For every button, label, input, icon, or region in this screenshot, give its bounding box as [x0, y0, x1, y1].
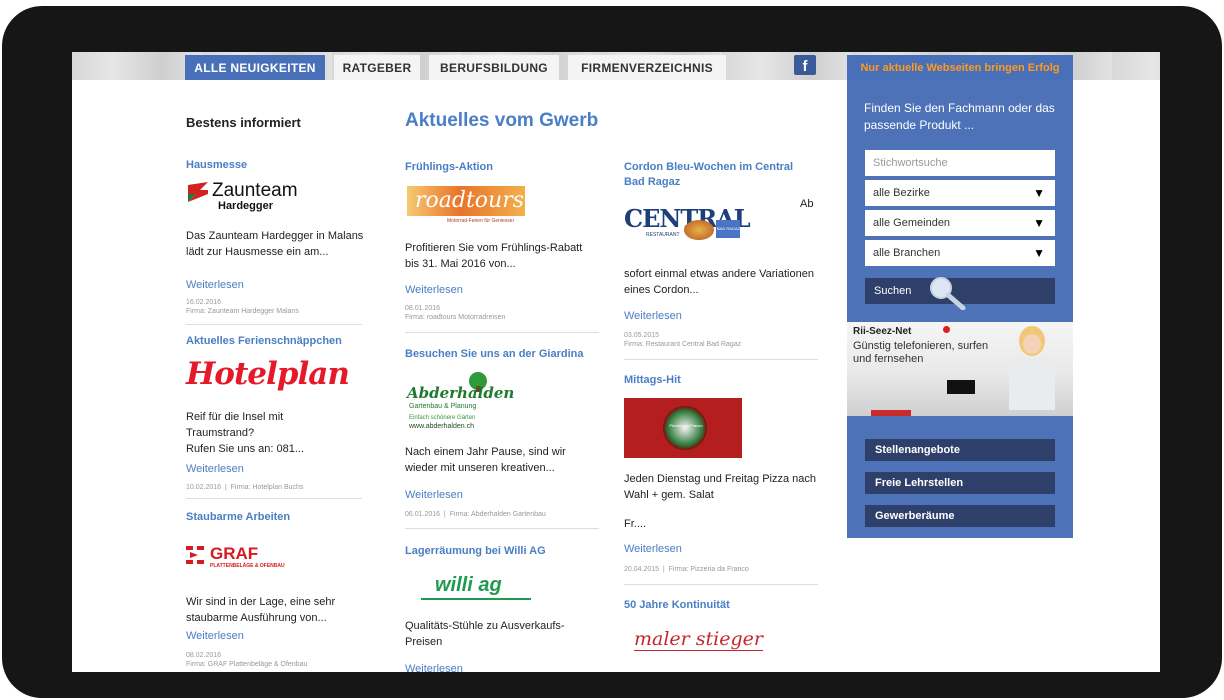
news-title[interactable]: Besuchen Sie uns an der Giardina [405, 347, 584, 362]
search-button[interactable]: Suchen [865, 277, 1055, 310]
news-date: 03.05.2015 [624, 332, 660, 339]
news-teaser: sofort einmal etwas andere Variationen e… [624, 268, 814, 296]
sidebar-intro: Finden Sie den Fachmann oder das passend… [864, 101, 1055, 132]
teaser-aside: Ab [800, 198, 814, 210]
read-more-link[interactable]: Weiterlesen [624, 543, 682, 555]
news-title[interactable]: Frühlings-Aktion [405, 160, 493, 175]
tablet-frame: ALLE NEUIGKEITEN RATGEBER BERUFSBILDUNG … [2, 6, 1222, 698]
news-teaser-2: Fr.... [624, 518, 646, 530]
news-firma: Firma: GRAF Plattenbeläge & Ofenbau [186, 661, 308, 668]
promo-banner[interactable]: Nur aktuelle Webseiten bringen Erfolg [847, 55, 1073, 80]
divider [186, 324, 362, 325]
read-more-link[interactable]: Weiterlesen [405, 663, 463, 672]
tab-alle-neuigkeiten[interactable]: ALLE NEUIGKEITEN [185, 55, 325, 80]
news-teaser: Nach einem Jahr Pause, sind wir wieder m… [405, 446, 566, 474]
news-teaser: Reif für die Insel mit Traumstrand? [186, 411, 284, 439]
rii-seez-net-ad[interactable]: Rii-Seez-Net Günstig telefonieren, surfe… [847, 322, 1073, 416]
municipality-select[interactable]: alle Gemeinden ▼ [865, 210, 1055, 236]
read-more-link[interactable]: Weiterlesen [405, 489, 463, 501]
stellenangebote-button[interactable]: Stellenangebote [865, 439, 1055, 461]
news-teaser-2: Rufen Sie uns an: 081... [186, 443, 305, 455]
section-title: Aktuelles vom Gwerb [405, 110, 599, 131]
zaunteam-logo-icon [188, 182, 208, 202]
willi-ag-logo[interactable]: willi ag [421, 574, 531, 604]
news-date: 06.01.2016 | Firma: Abderhalden Gartenba… [405, 511, 546, 518]
maler-stieger-logo[interactable]: maler stieger [634, 628, 763, 651]
news-title[interactable]: Lagerräumung bei Willi AG [405, 544, 546, 559]
news-teaser: Jeden Dienstag und Freitag Pizza nach Wa… [624, 473, 817, 501]
divider [405, 332, 599, 333]
news-teaser: Profitieren Sie vom Frühlings-Rabatt bis… [405, 242, 583, 270]
central-logo[interactable]: CENTRAL RESTAURANT BAD RAGAZ [624, 202, 751, 246]
tv-icon [947, 380, 975, 394]
news-title[interactable]: Aktuelles Ferienschnäppchen [186, 334, 342, 349]
tab-berufsbildung[interactable]: BERUFSBILDUNG [429, 55, 559, 80]
gewerberaeume-button[interactable]: Gewerberäume [865, 505, 1055, 527]
read-more-link[interactable]: Weiterlesen [186, 630, 244, 642]
chevron-down-icon: ▼ [1033, 216, 1045, 230]
read-more-link[interactable]: Weiterlesen [624, 310, 682, 322]
divider [624, 584, 818, 585]
news-date: 08.02.2016 [186, 652, 222, 659]
graf-logo[interactable]: GRAF PLATTENBELÄGE & OFENBAU [186, 544, 326, 570]
read-more-link[interactable]: Weiterlesen [405, 284, 463, 296]
divider [186, 498, 362, 499]
magnifier-icon [930, 277, 966, 310]
read-more-link[interactable]: Weiterlesen [186, 463, 244, 475]
graf-logo-icon [186, 546, 204, 564]
abderhalden-logo[interactable]: Abderhalden Gartenbau & Planung Einfach … [407, 372, 517, 434]
chevron-down-icon: ▼ [1033, 186, 1045, 200]
chevron-down-icon: ▼ [1033, 246, 1045, 260]
woman-on-phone-photo [1009, 322, 1055, 410]
news-date: 20.04.2015 | Firma: Pizzeria da Franco [624, 566, 749, 573]
section-title: Bestens informiert [186, 115, 301, 130]
divider [405, 528, 599, 529]
zaunteam-logo[interactable]: Zaunteam Hardegger [188, 180, 308, 216]
news-teaser: Wir sind in der Lage, eine sehr staubarm… [186, 596, 336, 624]
news-title[interactable]: Cordon Bleu-Wochen im Central Bad Ragaz [624, 160, 804, 190]
facebook-icon[interactable]: f [794, 55, 816, 75]
hotelplan-logo[interactable]: Hotelplan [186, 356, 350, 392]
news-date: 10.02.2016 | Firma: Hotelplan Buchs [186, 484, 304, 491]
search-sidebar: Finden Sie den Fachmann oder das passend… [847, 80, 1073, 538]
news-firma: Firma: roadtours Motorradreisen [405, 314, 506, 321]
tab-ratgeber[interactable]: RATGEBER [334, 55, 420, 80]
news-title[interactable]: Staubarme Arbeiten [186, 510, 290, 525]
news-firma: Firma: Zaunteam Hardegger Malans [186, 308, 299, 315]
branch-select[interactable]: alle Branchen ▼ [865, 240, 1055, 266]
district-select[interactable]: alle Bezirke ▼ [865, 180, 1055, 206]
read-more-link[interactable]: Weiterlesen [186, 279, 244, 291]
news-teaser: Qualitäts-Stühle zu Ausverkaufs-Preisen [405, 620, 565, 648]
news-title[interactable]: Mittags-Hit [624, 373, 681, 388]
news-title[interactable]: Hausmesse [186, 158, 247, 173]
web-page: ALLE NEUIGKEITEN RATGEBER BERUFSBILDUNG … [72, 52, 1160, 672]
pizzeria-logo[interactable]: Pizzeria da Franco [624, 398, 742, 458]
tab-firmenverzeichnis[interactable]: FIRMENVERZEICHNIS [568, 55, 726, 80]
news-teaser: Das Zaunteam Hardegger in Malans lädt zu… [186, 230, 364, 258]
roadtours-logo[interactable]: roadtours Motorrad-Ferien für Geniesser [407, 186, 525, 226]
divider [624, 359, 818, 360]
news-title[interactable]: 50 Jahre Kontinuität [624, 598, 730, 613]
news-firma: Firma: Restaurant Central Bad Ragaz [624, 341, 742, 348]
news-date: 08.01.2016 [405, 305, 441, 312]
red-dot-icon [943, 326, 950, 333]
search-input[interactable]: Stichwortsuche [865, 150, 1055, 176]
freie-lehrstellen-button[interactable]: Freie Lehrstellen [865, 472, 1055, 494]
news-date: 16.02.2016 [186, 299, 222, 306]
